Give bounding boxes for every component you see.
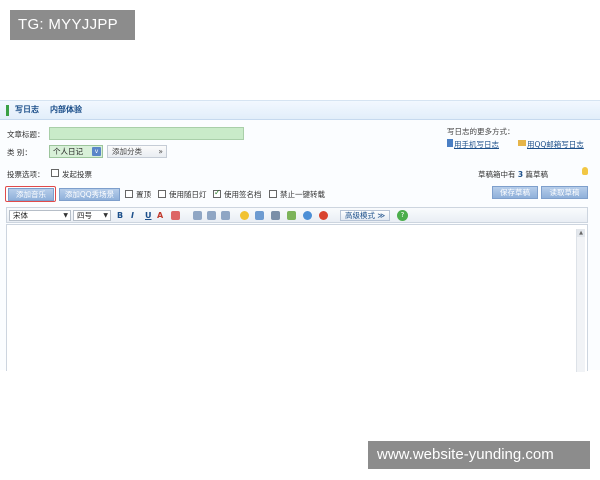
tab-internal[interactable]: 内部体验 (50, 104, 82, 115)
draft-count-note: 草稿箱中有 3 篇草稿 (478, 169, 548, 180)
option-label-3: 禁止一键转载 (280, 190, 325, 199)
category-label: 类 别： (7, 148, 32, 157)
draft-prefix: 草稿箱中有 (478, 170, 516, 179)
record-icon[interactable] (319, 211, 328, 220)
table-icon[interactable] (271, 211, 280, 220)
read-draft-button[interactable]: 读取草稿 (541, 186, 588, 199)
draft-count: 3 (517, 170, 524, 179)
emoji-icon[interactable] (240, 211, 249, 220)
option-label-0: 置顶 (136, 190, 151, 199)
title-input[interactable] (49, 127, 244, 140)
blog-editor-panel: 写日志 内部体验 文章标题： 类 别： 个人日记 v 添加分类 » 写日志的更多… (0, 100, 600, 372)
advanced-mode-button[interactable]: 高级模式 ≫ (340, 210, 390, 221)
italic-button[interactable]: I (131, 210, 134, 221)
editor-content-area[interactable]: ▲ (6, 224, 588, 372)
bulb-icon (582, 167, 588, 175)
vote-checkbox-label: 发起投票 (62, 170, 92, 179)
align-center-icon[interactable] (207, 211, 216, 220)
vote-checkbox[interactable] (51, 169, 59, 177)
align-right-icon[interactable] (221, 211, 230, 220)
option-label-1: 使用随日灯 (169, 190, 207, 199)
title-label: 文章标题： (7, 130, 45, 139)
bold-button[interactable]: B (117, 210, 123, 221)
qqmail-write-link[interactable]: 用QQ邮箱写日志 (527, 139, 584, 150)
editor-scrollbar[interactable]: ▲ (576, 229, 585, 372)
draft-suffix: 篇草稿 (525, 170, 549, 179)
editor-toolbar: 宋体 ▼ 四号 ▼ B I U A 高级模式 ≫ ? (6, 207, 588, 223)
option-checkbox-0[interactable] (125, 190, 133, 198)
music-icon[interactable] (287, 211, 296, 220)
dropdown-arrow-icon: ▼ (103, 212, 108, 219)
add-category-label: 添加分类 (112, 147, 142, 156)
leaf-icon (6, 105, 9, 116)
font-color-button[interactable]: A (157, 210, 163, 221)
header-bar: 写日志 内部体验 (0, 101, 600, 120)
more-ways-label: 写日志的更多方式： (447, 127, 515, 136)
font-size-value: 四号 (77, 211, 92, 220)
font-family-value: 宋体 (13, 211, 28, 220)
vote-label: 投票选项： (7, 170, 45, 179)
mail-icon (518, 140, 526, 146)
underline-button[interactable]: U (145, 210, 152, 221)
highlight-color-icon[interactable] (171, 211, 180, 220)
double-chevron-right-icon: » (158, 147, 163, 156)
scroll-up-icon[interactable]: ▲ (577, 229, 585, 237)
dropdown-arrow-icon: ▼ (63, 212, 68, 219)
font-family-select[interactable]: 宋体 ▼ (9, 210, 71, 221)
font-size-select[interactable]: 四号 ▼ (73, 210, 111, 221)
option-checkbox-2[interactable] (213, 188, 221, 198)
mobile-write-link[interactable]: 用手机写日志 (454, 139, 499, 150)
option-checkbox-3[interactable] (269, 190, 277, 198)
video-icon[interactable] (303, 211, 312, 220)
category-select[interactable]: 个人日记 v (49, 145, 103, 158)
add-category-button[interactable]: 添加分类 » (107, 145, 167, 158)
watermark-bottom: www.website-yunding.com (368, 441, 590, 469)
add-music-button[interactable]: 添加音乐 (8, 188, 54, 201)
add-qqshow-button[interactable]: 添加QQ秀场景 (59, 188, 120, 201)
align-left-icon[interactable] (193, 211, 202, 220)
category-value: 个人日记 (53, 147, 83, 156)
image-icon[interactable] (255, 211, 264, 220)
option-checkbox-1[interactable] (158, 190, 166, 198)
watermark-top: TG: MYYJJPP (10, 10, 135, 40)
save-draft-button[interactable]: 保存草稿 (492, 186, 538, 199)
option-label-2: 使用签名档 (224, 190, 262, 199)
mobile-icon (447, 139, 453, 147)
tab-write[interactable]: 写日志 (15, 104, 39, 115)
help-icon[interactable]: ? (397, 210, 408, 221)
chevron-down-icon[interactable]: v (92, 147, 101, 156)
